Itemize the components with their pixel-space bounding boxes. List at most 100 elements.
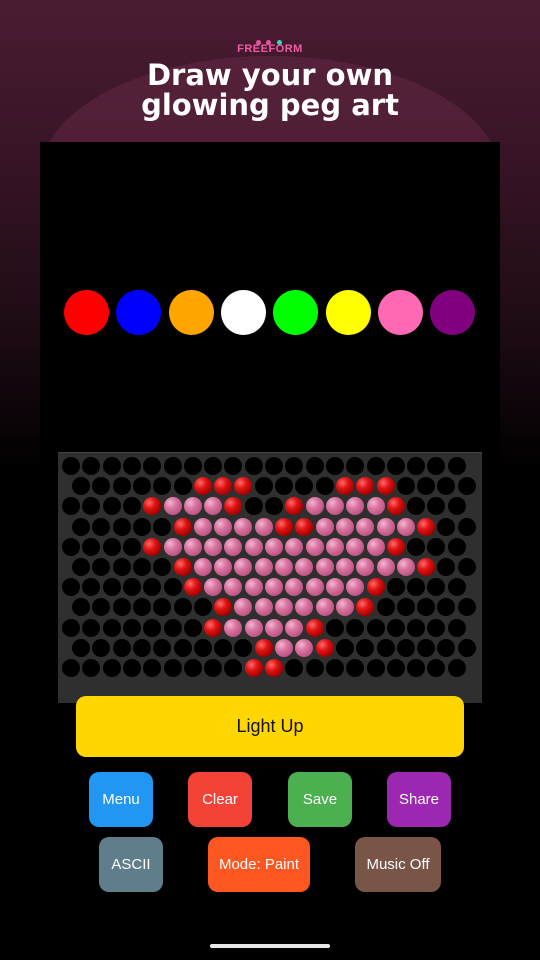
peg-red[interactable] bbox=[254, 638, 273, 657]
peg-hole[interactable] bbox=[173, 638, 192, 657]
peg-hole[interactable] bbox=[132, 517, 151, 536]
peg-hole[interactable] bbox=[457, 598, 476, 617]
peg-hole[interactable] bbox=[82, 497, 101, 516]
peg-pink[interactable] bbox=[335, 598, 354, 617]
peg-hole[interactable] bbox=[437, 558, 456, 576]
peg-hole[interactable] bbox=[153, 558, 172, 576]
peg-hole[interactable] bbox=[153, 517, 172, 536]
color-swatch-yellow[interactable] bbox=[325, 290, 371, 335]
peg-hole[interactable] bbox=[437, 517, 456, 536]
peg-hole[interactable] bbox=[407, 457, 426, 475]
peg-hole[interactable] bbox=[173, 598, 192, 617]
peg-hole[interactable] bbox=[92, 517, 111, 536]
peg-red[interactable] bbox=[295, 517, 314, 536]
peg-hole[interactable] bbox=[447, 497, 466, 516]
peg-pink[interactable] bbox=[346, 578, 365, 597]
peg-hole[interactable] bbox=[407, 578, 426, 597]
peg-hole[interactable] bbox=[244, 497, 263, 516]
peg-hole[interactable] bbox=[102, 659, 121, 677]
peg-hole[interactable] bbox=[143, 618, 162, 637]
light-up-button[interactable]: Light Up bbox=[76, 696, 464, 757]
peg-hole[interactable] bbox=[62, 578, 80, 597]
peg-hole[interactable] bbox=[122, 497, 141, 516]
peg-pink[interactable] bbox=[204, 537, 223, 556]
peg-hole[interactable] bbox=[112, 598, 131, 617]
peg-red[interactable] bbox=[386, 537, 405, 556]
peg-hole[interactable] bbox=[325, 618, 344, 637]
peg-hole[interactable] bbox=[132, 558, 151, 576]
peg-hole[interactable] bbox=[407, 618, 426, 637]
peg-pink[interactable] bbox=[234, 517, 253, 536]
peg-hole[interactable] bbox=[427, 497, 446, 516]
peg-pink[interactable] bbox=[356, 517, 375, 536]
peg-hole[interactable] bbox=[407, 537, 426, 556]
peg-red[interactable] bbox=[335, 477, 354, 496]
peg-pink[interactable] bbox=[244, 578, 263, 597]
peg-pink[interactable] bbox=[356, 558, 375, 576]
peg-pink[interactable] bbox=[183, 537, 202, 556]
peg-hole[interactable] bbox=[305, 659, 324, 677]
peg-red[interactable] bbox=[285, 497, 304, 516]
peg-pink[interactable] bbox=[346, 537, 365, 556]
peg-hole[interactable] bbox=[122, 659, 141, 677]
peg-hole[interactable] bbox=[376, 638, 395, 657]
peg-hole[interactable] bbox=[447, 537, 466, 556]
peg-hole[interactable] bbox=[396, 477, 415, 496]
peg-hole[interactable] bbox=[376, 598, 395, 617]
peg-hole[interactable] bbox=[82, 618, 101, 637]
peg-hole[interactable] bbox=[427, 537, 446, 556]
mode-paint-button[interactable]: Mode: Paint bbox=[208, 837, 310, 892]
peg-hole[interactable] bbox=[102, 537, 121, 556]
peg-hole[interactable] bbox=[153, 477, 172, 496]
peg-hole[interactable] bbox=[82, 578, 101, 597]
peg-hole[interactable] bbox=[386, 659, 405, 677]
peg-hole[interactable] bbox=[265, 497, 283, 516]
peg-hole[interactable] bbox=[92, 638, 111, 657]
peg-pink[interactable] bbox=[376, 517, 395, 536]
color-swatch-blue[interactable] bbox=[116, 290, 162, 335]
peg-pink[interactable] bbox=[335, 517, 354, 536]
color-swatch-pink[interactable] bbox=[377, 290, 423, 335]
peg-hole[interactable] bbox=[173, 477, 192, 496]
peg-hole[interactable] bbox=[437, 477, 456, 496]
peg-red[interactable] bbox=[143, 537, 162, 556]
peg-pink[interactable] bbox=[163, 497, 182, 516]
peg-hole[interactable] bbox=[72, 558, 90, 576]
peg-pink[interactable] bbox=[305, 578, 324, 597]
peg-red[interactable] bbox=[193, 477, 212, 496]
peg-hole[interactable] bbox=[285, 659, 304, 677]
peg-hole[interactable] bbox=[122, 618, 141, 637]
peg-hole[interactable] bbox=[427, 457, 446, 475]
peg-pink[interactable] bbox=[315, 598, 334, 617]
peg-pink[interactable] bbox=[346, 497, 365, 516]
peg-red[interactable] bbox=[366, 578, 385, 597]
peg-red[interactable] bbox=[356, 477, 375, 496]
peg-red[interactable] bbox=[214, 598, 233, 617]
peg-hole[interactable] bbox=[386, 578, 405, 597]
peg-hole[interactable] bbox=[183, 618, 202, 637]
peg-pink[interactable] bbox=[275, 598, 293, 617]
peg-pink[interactable] bbox=[295, 598, 314, 617]
peg-hole[interactable] bbox=[427, 578, 446, 597]
peg-hole[interactable] bbox=[112, 638, 131, 657]
peg-hole[interactable] bbox=[325, 457, 344, 475]
peg-red[interactable] bbox=[224, 497, 243, 516]
peg-hole[interactable] bbox=[447, 659, 466, 677]
peg-pink[interactable] bbox=[204, 497, 223, 516]
peg-hole[interactable] bbox=[447, 618, 466, 637]
peg-hole[interactable] bbox=[72, 598, 90, 617]
peg-hole[interactable] bbox=[72, 638, 90, 657]
peg-hole[interactable] bbox=[244, 457, 263, 475]
peg-red[interactable] bbox=[386, 497, 405, 516]
peg-red[interactable] bbox=[356, 598, 375, 617]
peg-red[interactable] bbox=[204, 618, 223, 637]
peg-hole[interactable] bbox=[325, 659, 344, 677]
peg-hole[interactable] bbox=[437, 598, 456, 617]
pegboard[interactable] bbox=[58, 452, 482, 703]
peg-hole[interactable] bbox=[295, 477, 314, 496]
peg-pink[interactable] bbox=[265, 618, 283, 637]
peg-hole[interactable] bbox=[163, 618, 182, 637]
color-swatch-green[interactable] bbox=[273, 290, 319, 335]
peg-pink[interactable] bbox=[275, 638, 293, 657]
peg-hole[interactable] bbox=[153, 598, 172, 617]
